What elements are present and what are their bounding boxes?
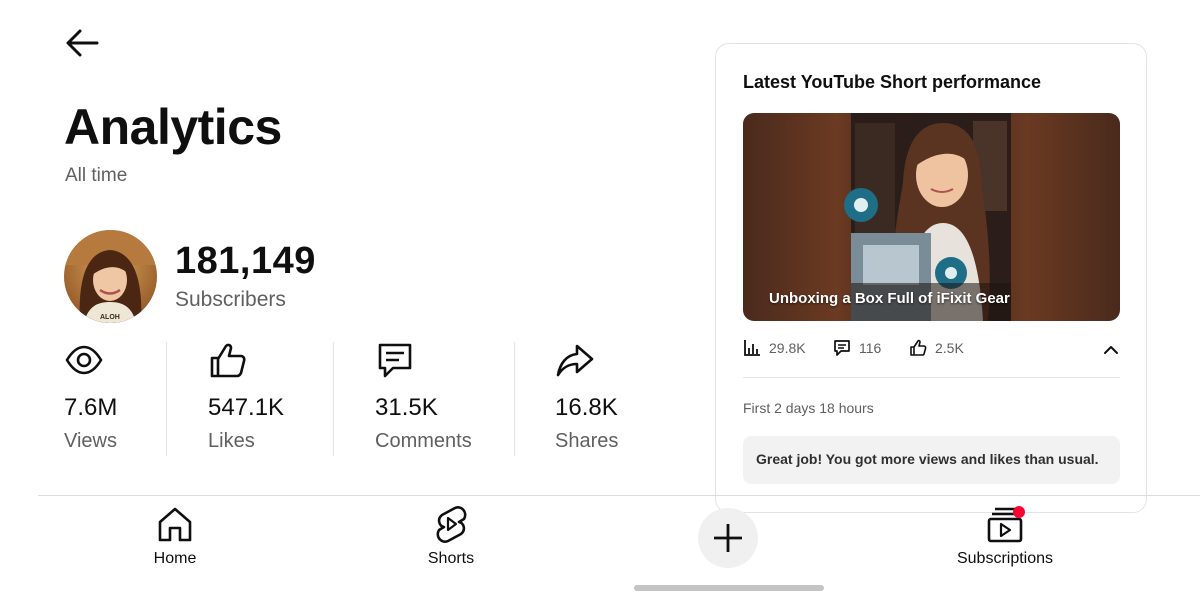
comment-icon (834, 340, 850, 356)
bar-chart-icon (744, 340, 760, 356)
stat-label: Shares (555, 430, 619, 452)
metric-likes-value: 2.5K (935, 340, 964, 356)
nav-shorts-label: Shorts (427, 550, 475, 567)
create-button[interactable] (698, 508, 758, 568)
video-title: Unboxing a Box Full of iFixit Gear (769, 290, 1010, 307)
chevron-up-icon (1104, 346, 1118, 354)
period-label: All time (65, 165, 128, 186)
metric-comments-value: 116 (859, 340, 882, 356)
share-icon (555, 340, 618, 380)
stat-label: Comments (375, 430, 472, 452)
thumbs-up-icon (910, 339, 927, 356)
stat-value: 31.5K (375, 394, 438, 421)
nav-shorts[interactable]: Shorts (381, 504, 521, 568)
video-thumbnail[interactable]: Unboxing a Box Full of iFixit Gear (743, 113, 1120, 321)
stat-comments: 31.5K Comments (375, 340, 472, 458)
subscriber-count: 181,149 (175, 240, 316, 282)
nav-home-label: Home (153, 550, 197, 567)
short-performance-card: Latest YouTube Short performance Unboxin… (715, 43, 1147, 513)
divider (333, 342, 334, 456)
bottom-nav-divider (38, 495, 1200, 496)
collapse-button[interactable] (1102, 341, 1120, 364)
metric-views: 29.8K (743, 339, 806, 357)
stat-value: 7.6M (64, 394, 118, 421)
divider (166, 342, 167, 456)
nav-home[interactable]: Home (105, 504, 245, 568)
arrow-left-icon (66, 29, 99, 57)
stat-likes: 547.1K Likes (208, 340, 284, 458)
divider (514, 342, 515, 456)
stat-views: 7.6M Views (64, 340, 117, 458)
period-text: First 2 days 18 hours (743, 400, 874, 416)
stat-label: Views (64, 430, 117, 452)
stat-value: 547.1K (208, 394, 285, 421)
avatar: ALOH (64, 230, 157, 323)
card-title: Latest YouTube Short performance (743, 72, 1042, 92)
gesture-handle (634, 585, 824, 591)
page-title: Analytics (64, 99, 282, 155)
divider (743, 377, 1120, 378)
metric-comments: 116 (833, 339, 881, 357)
nav-subscriptions[interactable]: Subscriptions (935, 504, 1075, 568)
stat-label: Likes (208, 430, 255, 452)
eye-icon (64, 340, 117, 380)
svg-text:ALOH: ALOH (100, 314, 120, 321)
metric-views-value: 29.8K (769, 340, 806, 356)
back-button[interactable] (64, 26, 104, 62)
nav-subscriptions-label: Subscriptions (956, 550, 1054, 567)
subscriber-label: Subscribers (175, 288, 286, 311)
stat-value: 16.8K (555, 394, 618, 421)
shorts-icon (436, 506, 467, 543)
comment-icon (375, 340, 472, 380)
performance-message: Great job! You got more views and likes … (743, 436, 1120, 484)
video-metrics: 29.8K 116 2.5K (743, 339, 1120, 363)
metric-likes: 2.5K (909, 339, 964, 357)
stat-shares: 16.8K Shares (555, 340, 618, 458)
home-icon (158, 507, 192, 542)
notification-dot (1013, 506, 1025, 518)
thumbs-up-icon (208, 340, 284, 380)
plus-icon (714, 524, 742, 552)
